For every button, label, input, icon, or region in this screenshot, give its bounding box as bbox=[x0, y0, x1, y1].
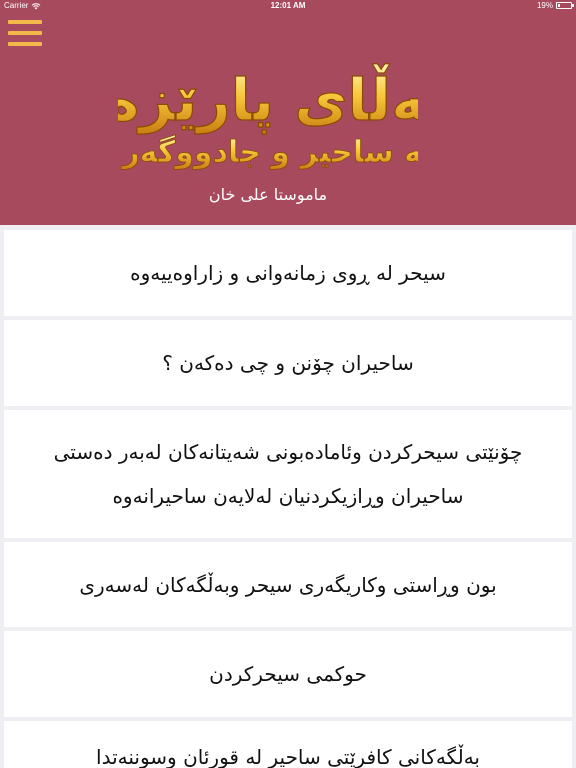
status-time: 12:01 AM bbox=[270, 1, 306, 10]
list-item[interactable]: سیحر لە ڕوی زمانەوانی و زاراوەییەوە bbox=[4, 230, 572, 316]
list-item-label: بون وڕاستی وکاریگەری سیحر وبەڵگەکان لەسە… bbox=[79, 572, 497, 597]
logo-author: ماموستا علی خان bbox=[209, 185, 327, 205]
list-item[interactable]: بون وڕاستی وکاریگەری سیحر وبەڵگەکان لەسە… bbox=[4, 542, 572, 627]
list-item[interactable]: ساحیران چۆنن و چی دەکەن ؟ bbox=[4, 320, 572, 406]
logo-subtitle: لە ساحیر و جادووگەر bbox=[120, 134, 418, 170]
list-item-label: سیحر لە ڕوی زمانەوانی و زاراوەییەوە bbox=[130, 261, 446, 285]
menu-bar-top bbox=[8, 20, 42, 24]
list-item[interactable]: حوکمی سیحرکردن bbox=[4, 631, 572, 717]
battery-percent: 19% bbox=[536, 1, 553, 10]
menu-bar-bottom bbox=[8, 42, 42, 46]
list-item-label: حوکمی سیحرکردن bbox=[209, 662, 367, 686]
logo-title: قەڵای پارێزەر bbox=[118, 63, 418, 135]
list-item[interactable]: چۆنێتی سیحرکردن وئامادەبونی شەیتانەکان ل… bbox=[4, 410, 572, 538]
list-item-label: ساحیران چۆنن و چی دەکەن ؟ bbox=[162, 351, 414, 375]
battery-fill bbox=[558, 4, 560, 7]
list-item[interactable]: بەڵگەکانی کافرێتی ساحیر لە قورئان وسوننە… bbox=[4, 721, 572, 768]
app-logo: قەڵای پارێزەر لە ساحیر و جادووگەر ماموست… bbox=[118, 62, 418, 205]
battery-icon bbox=[556, 2, 574, 9]
hamburger-menu-icon[interactable] bbox=[8, 20, 42, 46]
status-right: 19% bbox=[536, 1, 574, 10]
header: قەڵای پارێزەر لە ساحیر و جادووگەر ماموست… bbox=[0, 12, 576, 225]
list-item-label: چۆنێتی سیحرکردن وئامادەبونی شەیتانەکان ل… bbox=[53, 440, 523, 508]
list-item-label: بەڵگەکانی کافرێتی ساحیر لە قورئان وسوننە… bbox=[96, 745, 480, 768]
menu-bar-middle bbox=[8, 31, 42, 35]
status-bar: Carrier 12:01 AM 19% bbox=[0, 0, 576, 12]
